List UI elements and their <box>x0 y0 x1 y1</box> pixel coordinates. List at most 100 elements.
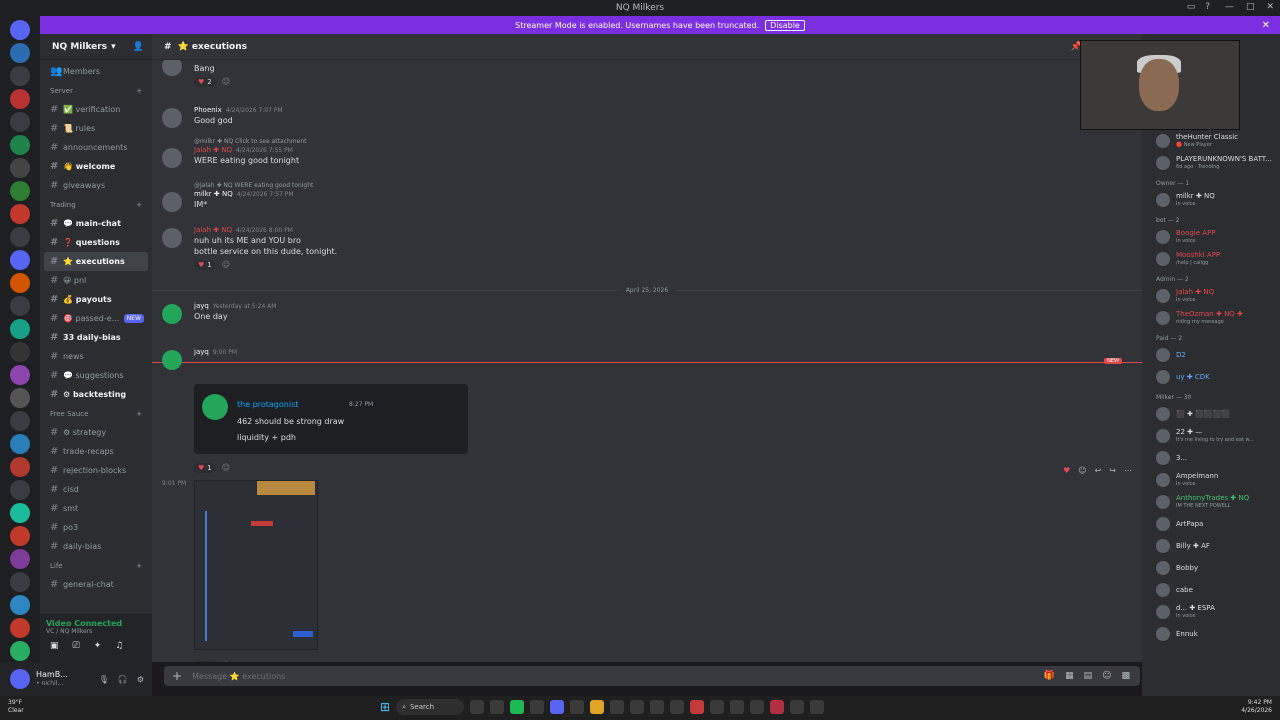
activity-icon[interactable]: ✦ <box>94 641 102 651</box>
add-reaction-icon[interactable]: ☺ <box>222 260 230 269</box>
plus-icon[interactable]: + <box>172 669 182 683</box>
channel-item[interactable]: # news <box>40 347 152 366</box>
more-icon[interactable]: ⋯ <box>1124 466 1132 475</box>
server-icon[interactable] <box>10 250 30 270</box>
server-icon[interactable] <box>10 641 30 661</box>
add-member-icon[interactable]: 👤 <box>133 42 144 52</box>
member-item[interactable]: d... ✚ ESPA In voice <box>1142 601 1280 623</box>
member-item[interactable]: ArtPapa <box>1142 513 1280 535</box>
channel-category[interactable]: Server + <box>40 81 152 100</box>
channel-item[interactable]: 👥 Members <box>40 62 152 81</box>
member-item[interactable]: PLAYERUNKNOWN'S BATT... 6d ago · Trending <box>1142 152 1280 174</box>
channel-item[interactable]: # 👋 welcome <box>40 157 152 176</box>
add-reaction-icon[interactable]: ☺ <box>222 463 230 472</box>
forward-icon[interactable]: ↪ <box>1109 466 1116 475</box>
gear-icon[interactable]: ⚙ <box>137 675 144 684</box>
channel-item[interactable]: # trade-recaps <box>40 442 152 461</box>
member-item[interactable]: D2 <box>1142 344 1280 366</box>
member-item[interactable]: TheOzman ✚ NQ ✚ riding my message <box>1142 307 1280 329</box>
taskbar-app-icon[interactable] <box>610 700 625 714</box>
server-icon[interactable] <box>10 457 30 477</box>
author-name[interactable]: jayq <box>194 348 209 356</box>
author-name[interactable]: jayq <box>194 302 209 310</box>
member-item[interactable]: Boogie APP In voice <box>1142 226 1280 248</box>
add-channel-icon[interactable]: + <box>136 201 142 209</box>
add-channel-icon[interactable]: + <box>136 87 142 95</box>
server-icon[interactable] <box>10 135 30 155</box>
inbox-icon[interactable]: ▭ <box>1187 2 1196 12</box>
member-item[interactable]: Ampelmann In voice <box>1142 469 1280 491</box>
mic-icon[interactable]: 🎙 <box>99 675 109 684</box>
gift-icon[interactable]: 🎁 <box>1044 671 1055 681</box>
server-icon[interactable] <box>10 411 30 431</box>
help-icon[interactable]: ? <box>1205 2 1210 12</box>
taskbar-app-icon[interactable] <box>770 700 785 714</box>
server-icon[interactable] <box>10 66 30 86</box>
channel-item[interactable]: # 😀 pnl <box>40 271 152 290</box>
taskbar-app-icon[interactable] <box>670 700 685 714</box>
add-channel-icon[interactable]: + <box>136 410 142 418</box>
channel-item[interactable]: # giveaways <box>40 176 152 195</box>
weather-widget[interactable]: 39°F Clear <box>8 699 24 715</box>
reaction[interactable]: ♥1 <box>194 661 216 662</box>
channel-item[interactable]: # 🎯 passed-e... NEW <box>40 309 152 328</box>
soundboard-icon[interactable]: ♫ <box>115 641 123 651</box>
server-header[interactable]: NQ Milkers ▾ 👤 <box>40 34 152 60</box>
screen-share-icon[interactable]: ⎚ <box>73 641 80 651</box>
taskbar-search[interactable]: ⌕ Search <box>396 699 465 715</box>
avatar[interactable] <box>162 60 182 76</box>
taskbar-app-icon[interactable] <box>590 700 605 714</box>
channel-item[interactable]: # rejection-blocks <box>40 461 152 480</box>
channel-category[interactable]: Life + <box>40 556 152 575</box>
apps-icon[interactable]: ▩ <box>1121 671 1130 681</box>
add-reaction-icon[interactable]: ☺ <box>222 661 230 662</box>
channel-item[interactable]: # po3 <box>40 518 152 537</box>
taskbar-app-icon[interactable] <box>710 700 725 714</box>
taskbar-app-icon[interactable] <box>510 700 525 714</box>
author-name[interactable]: Phoenix <box>194 106 222 114</box>
server-icon[interactable] <box>10 158 30 178</box>
author-name[interactable]: Jalah ✚ NQ <box>194 146 232 154</box>
server-icon[interactable] <box>10 273 30 293</box>
taskbar-app-icon[interactable] <box>750 700 765 714</box>
member-item[interactable]: 22 ✚ — It's me living to try and eat w... <box>1142 425 1280 447</box>
channel-item[interactable]: # cisd <box>40 480 152 499</box>
channel-item[interactable]: # smt <box>40 499 152 518</box>
forwarded-message[interactable]: the protagonist 8:27 PM 462 should be st… <box>194 384 468 454</box>
avatar[interactable] <box>162 192 182 212</box>
maximize-icon[interactable]: □ <box>1246 2 1255 12</box>
server-icon[interactable] <box>10 434 30 454</box>
system-clock[interactable]: 9:42 PM 4/26/2026 <box>1241 699 1272 715</box>
member-item[interactable]: 3... <box>1142 447 1280 469</box>
server-icon[interactable] <box>10 618 30 638</box>
avatar[interactable] <box>162 148 182 168</box>
taskbar-app-icon[interactable] <box>570 700 585 714</box>
windows-start-icon[interactable]: ⊞ <box>380 700 390 714</box>
message-input[interactable]: Message ⭐ executions <box>192 672 285 681</box>
channel-item[interactable]: # daily-bias <box>40 537 152 556</box>
reply-preview[interactable]: @Jalah ✚ NQ WERE eating good tonight <box>194 182 313 189</box>
server-icon[interactable] <box>10 572 30 592</box>
avatar[interactable] <box>162 228 182 248</box>
channel-item[interactable]: # ⚙ strategy <box>40 423 152 442</box>
member-item[interactable]: uy ✚ CDK <box>1142 366 1280 388</box>
chart-screenshot-attachment[interactable] <box>194 480 318 650</box>
server-icon[interactable] <box>10 181 30 201</box>
taskbar-app-icon[interactable] <box>790 700 805 714</box>
server-icon[interactable] <box>10 549 30 569</box>
server-icon[interactable] <box>10 526 30 546</box>
taskbar-app-icon[interactable] <box>470 700 485 714</box>
add-channel-icon[interactable]: + <box>136 562 142 570</box>
close-icon[interactable]: ✕ <box>1266 2 1274 12</box>
taskbar-app-icon[interactable] <box>630 700 645 714</box>
server-icon[interactable] <box>10 112 30 132</box>
reply-icon[interactable]: ↩ <box>1095 466 1102 475</box>
reply-preview[interactable]: @milkr ✚ NQ Click to see attachment <box>194 138 306 145</box>
reaction[interactable]: ♥ 2 <box>194 77 216 87</box>
member-item[interactable]: milkr ✚ NQ In voice <box>1142 189 1280 211</box>
avatar[interactable] <box>162 304 182 324</box>
server-icon[interactable] <box>10 342 30 362</box>
heart-react-icon[interactable]: ♥ <box>1063 466 1070 475</box>
server-icon[interactable] <box>10 296 30 316</box>
reaction[interactable]: ♥1 <box>194 463 216 473</box>
